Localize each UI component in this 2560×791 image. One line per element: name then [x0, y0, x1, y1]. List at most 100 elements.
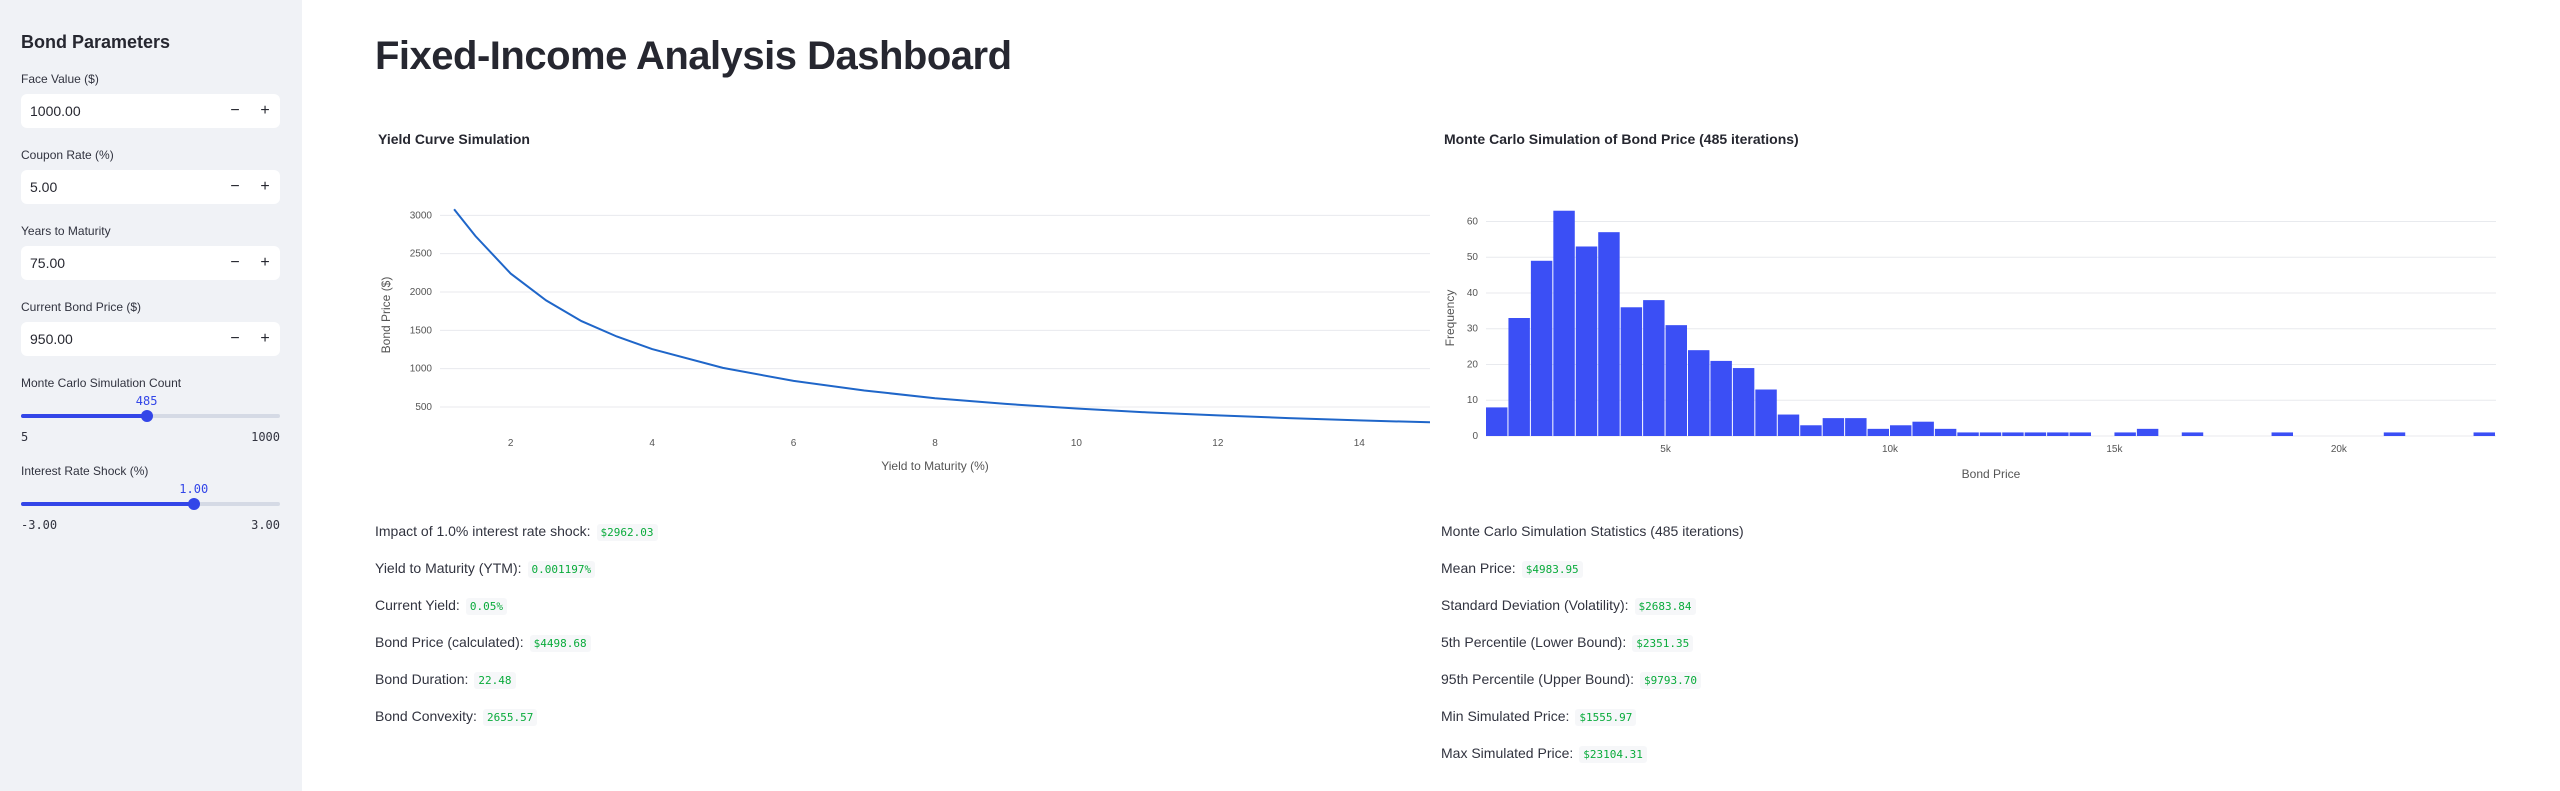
p5-metric: 5th Percentile (Lower Bound): $2351.35 — [1441, 634, 1694, 652]
metric-label: Impact of 1.0% interest rate shock: — [375, 523, 591, 539]
metric-label: 95th Percentile (Upper Bound): — [1441, 671, 1634, 687]
y-tick-label: 10 — [1467, 395, 1479, 406]
x-axis-label: Bond Price — [1962, 467, 2021, 481]
y-axis-label: Bond Price ($) — [379, 277, 393, 354]
mc-chart-title: Monte Carlo Simulation of Bond Price (48… — [1444, 131, 1799, 147]
metric-value: $4498.68 — [529, 635, 591, 652]
monte-carlo-histogram[interactable]: 0 10 20 30 40 50 60 5k 10k 15k 20k Bond Price Freque… — [1436, 170, 2496, 485]
current-yield-metric: Current Yield: 0.05% — [375, 597, 507, 615]
mc-stats-heading: Monte Carlo Simulation Statistics (485 i… — [1441, 523, 1744, 539]
rate-shock-impact-metric: Impact of 1.0% interest rate shock: $2962… — [375, 523, 658, 541]
slider-min-value: -3.00 — [21, 518, 58, 532]
slider-fill — [21, 414, 147, 418]
metric-label: Min Simulated Price: — [1441, 708, 1570, 724]
y-tick-label: 1500 — [410, 325, 433, 336]
years-to-maturity-value[interactable]: 75.00 — [30, 255, 65, 271]
x-tick-label: 20k — [2331, 444, 2348, 455]
histogram-bar — [2024, 432, 2047, 436]
x-tick-label: 4 — [649, 438, 655, 449]
calculated-price-metric: Bond Price (calculated): $4498.68 — [375, 634, 591, 652]
x-axis-label: Yield to Maturity (%) — [881, 459, 989, 473]
histogram-bar — [1934, 428, 1957, 436]
metric-value: 0.05% — [465, 598, 507, 615]
x-tick-label: 14 — [1354, 438, 1366, 449]
histogram-bar — [1620, 307, 1643, 436]
coupon-rate-label: Coupon Rate (%) — [21, 148, 114, 162]
metric-label: Yield to Maturity (YTM): — [375, 560, 522, 576]
histogram-bar — [1486, 407, 1508, 436]
duration-metric: Bond Duration: 22.48 — [375, 671, 516, 689]
bond-price-decrement-button[interactable]: − — [220, 322, 250, 356]
y-tick-label: 50 — [1467, 252, 1479, 263]
slider-current-value: 1.00 — [179, 482, 209, 496]
metric-label: Current Yield: — [375, 597, 460, 613]
metric-label: Bond Duration: — [375, 671, 469, 687]
x-tick-label: 12 — [1212, 438, 1224, 449]
metric-value: 0.001197% — [527, 561, 596, 578]
coupon-rate-decrement-button[interactable]: − — [220, 170, 250, 204]
metric-value: $23104.31 — [1579, 746, 1647, 763]
y-tick-label: 0 — [1472, 431, 1478, 442]
histogram-bar — [1777, 414, 1800, 436]
slider-current-value: 485 — [135, 394, 158, 408]
x-tick-label: 5k — [1660, 444, 1672, 455]
sidebar-title: Bond Parameters — [21, 32, 171, 52]
histogram-bar — [1643, 300, 1665, 436]
ytm-metric: Yield to Maturity (YTM): 0.001197% — [375, 560, 596, 578]
face-value-decrement-button[interactable]: − — [220, 94, 250, 128]
years-to-maturity-label: Years to Maturity — [21, 224, 111, 238]
face-value-increment-button[interactable]: + — [250, 94, 280, 128]
slider-min-value: 5 — [21, 430, 29, 444]
years-to-maturity-decrement-button[interactable]: − — [220, 246, 250, 280]
coupon-rate-increment-button[interactable]: + — [250, 170, 280, 204]
bond-price-input[interactable]: 950.00 − + — [21, 322, 280, 356]
slider-thumb[interactable] — [187, 498, 200, 510]
metric-value: $2683.84 — [1634, 598, 1696, 615]
slider-max-value: 1000 — [251, 430, 280, 444]
y-tick-label: 500 — [415, 402, 432, 413]
metric-label: Bond Price (calculated): — [375, 634, 524, 650]
yield-curve-chart[interactable]: 500 1000 1500 2000 2500 3000 2 4 6 8 10 12 14 Yield t… — [370, 170, 1430, 485]
slider-fill — [21, 502, 194, 506]
histogram-bar — [1822, 418, 1845, 436]
mc-count-slider[interactable]: 485 5 1000 — [21, 392, 280, 444]
histogram-bar — [1665, 325, 1687, 436]
metric-label: Standard Deviation (Volatility): — [1441, 597, 1629, 613]
max-price-metric: Max Simulated Price: $23104.31 — [1441, 745, 1647, 763]
yield-curve-line — [453, 208, 1430, 424]
page-title: Fixed-Income Analysis Dashboard — [375, 34, 1012, 78]
slider-thumb[interactable] — [140, 410, 153, 422]
metric-value: $4983.95 — [1521, 561, 1583, 578]
histogram-bar — [1508, 318, 1530, 436]
years-to-maturity-increment-button[interactable]: + — [250, 246, 280, 280]
metric-value: 2655.57 — [482, 709, 538, 726]
coupon-rate-value[interactable]: 5.00 — [30, 179, 57, 195]
years-to-maturity-input[interactable]: 75.00 − + — [21, 246, 280, 280]
metric-value: $1555.97 — [1575, 709, 1637, 726]
bond-price-increment-button[interactable]: + — [250, 322, 280, 356]
rate-shock-label: Interest Rate Shock (%) — [21, 464, 149, 478]
metric-label: Bond Convexity: — [375, 708, 477, 724]
histogram-bar — [2473, 432, 2495, 436]
y-tick-label: 60 — [1467, 216, 1479, 227]
face-value-input[interactable]: 1000.00 − + — [21, 94, 280, 128]
histogram-bar — [1553, 210, 1575, 436]
bond-price-value[interactable]: 950.00 — [30, 331, 73, 347]
face-value-value[interactable]: 1000.00 — [30, 103, 81, 119]
metric-label: 5th Percentile (Lower Bound): — [1441, 634, 1627, 650]
y-tick-label: 3000 — [410, 210, 433, 221]
histogram-bar — [2002, 432, 2024, 436]
sidebar: Bond Parameters Face Value ($) 1000.00 −… — [0, 0, 302, 791]
histogram-bar — [1598, 232, 1620, 436]
y-tick-label: 2000 — [410, 287, 433, 298]
y-tick-label: 1000 — [410, 364, 433, 375]
histogram-bar — [1530, 260, 1553, 436]
x-tick-label: 8 — [932, 438, 938, 449]
histogram-bar — [2136, 428, 2159, 436]
histogram-bar — [1890, 425, 1912, 436]
y-tick-label: 30 — [1467, 324, 1479, 335]
histogram-bar — [2383, 432, 2406, 436]
coupon-rate-input[interactable]: 5.00 − + — [21, 170, 280, 204]
rate-shock-slider[interactable]: 1.00 -3.00 3.00 — [21, 480, 280, 532]
histogram-bar — [1575, 246, 1598, 436]
